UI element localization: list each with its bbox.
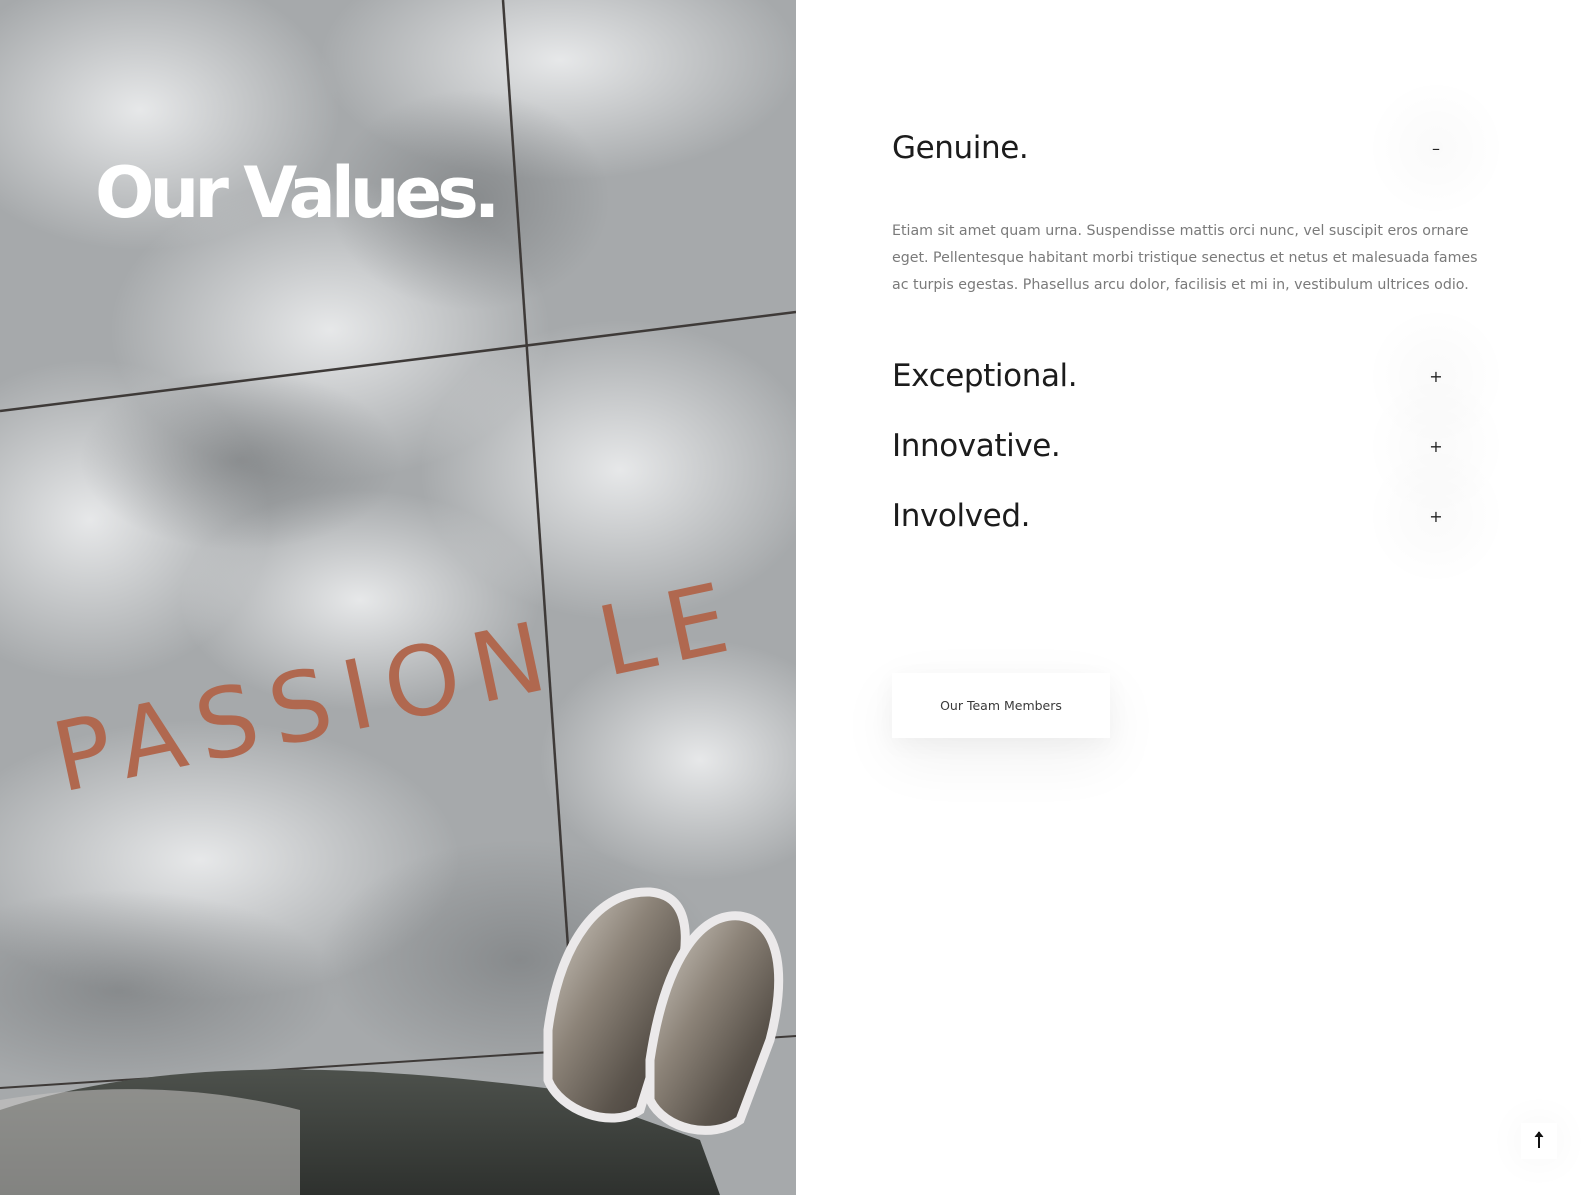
team-members-button[interactable]: Our Team Members (892, 673, 1110, 738)
page-title: Our Values. (95, 152, 500, 234)
hero-image-panel: PASSION LE Our Values. (0, 0, 796, 1195)
accordion-title: Genuine. (892, 130, 1029, 166)
accordion-title: Involved. (892, 498, 1031, 534)
collapse-minus-icon[interactable]: – (1366, 78, 1506, 218)
accordion-title: Exceptional. (892, 358, 1078, 394)
values-accordion: Genuine. – Etiam sit amet quam urna. Sus… (892, 78, 1506, 586)
accordion-item-involved: Involved. + (892, 446, 1506, 586)
accordion-header-involved[interactable]: Involved. + (892, 446, 1506, 586)
svg-text:PASSION LE: PASSION LE (43, 559, 751, 814)
accordion-item-genuine: Genuine. – Etiam sit amet quam urna. Sus… (892, 78, 1506, 341)
accordion-title: Innovative. (892, 428, 1061, 464)
values-content-panel: Genuine. – Etiam sit amet quam urna. Sus… (796, 0, 1582, 1195)
arrow-up-icon (1534, 1130, 1544, 1152)
back-to-top-button[interactable] (1521, 1123, 1557, 1159)
accordion-header-genuine[interactable]: Genuine. – (892, 78, 1506, 218)
expand-plus-icon[interactable]: + (1366, 446, 1506, 586)
page: PASSION LE Our Values. Genuine. – Etiam … (0, 0, 1582, 1195)
